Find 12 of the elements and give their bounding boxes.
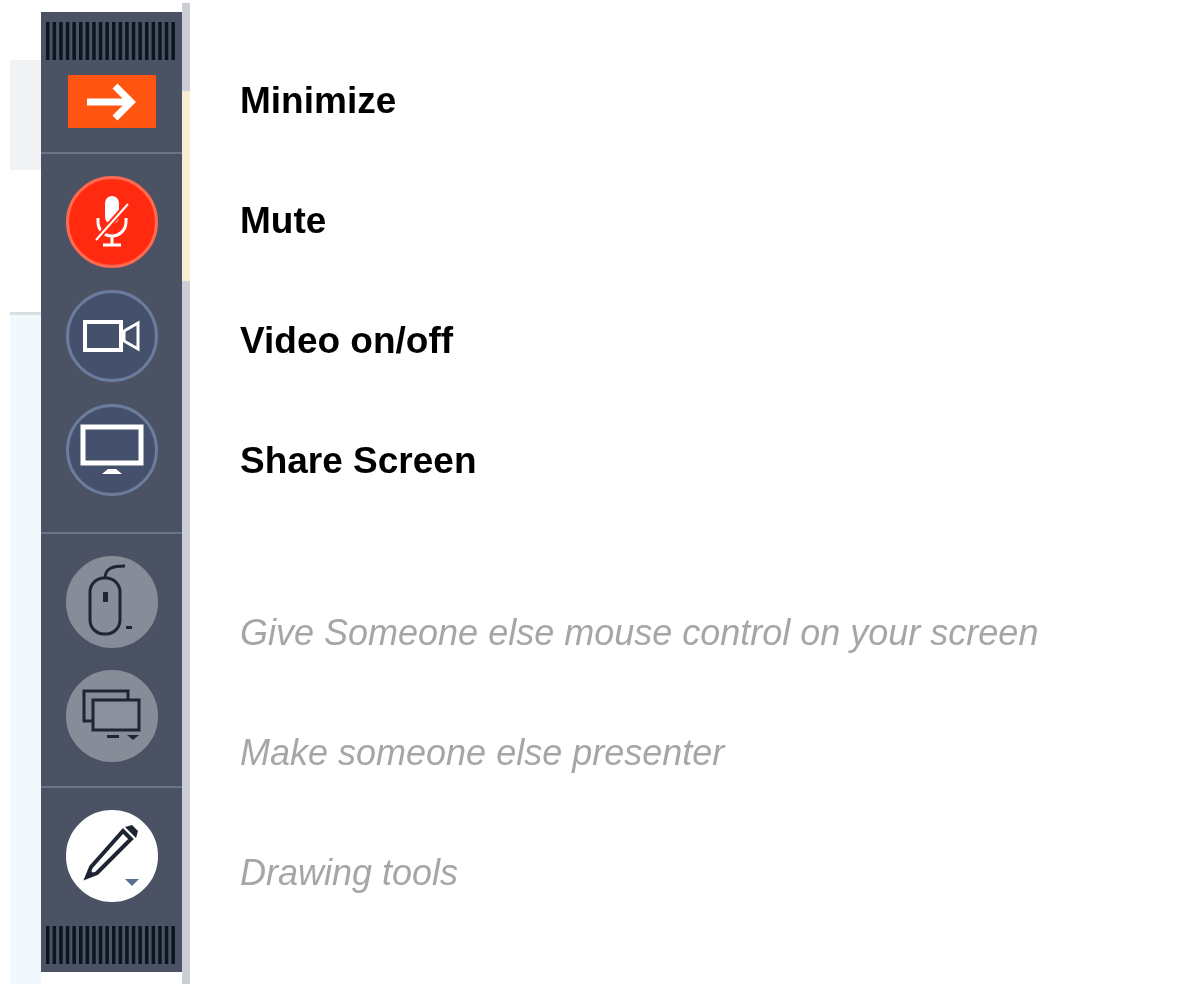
button-label: Share Screen <box>240 440 477 482</box>
button-label: Minimize <box>240 80 397 122</box>
video-camera-icon <box>81 319 142 353</box>
button-label: Make someone else presenter <box>240 732 725 774</box>
button-label: Mute <box>240 200 327 242</box>
grip-icon[interactable] <box>46 926 177 964</box>
minimize-button[interactable] <box>67 75 156 128</box>
button-label: Drawing tools <box>240 852 459 894</box>
monitor-icon <box>79 424 144 476</box>
button-label: Give Someone else mouse control on your screen <box>240 612 1039 654</box>
grip-icon[interactable] <box>46 22 177 60</box>
button-label: Video on/off <box>240 320 454 362</box>
